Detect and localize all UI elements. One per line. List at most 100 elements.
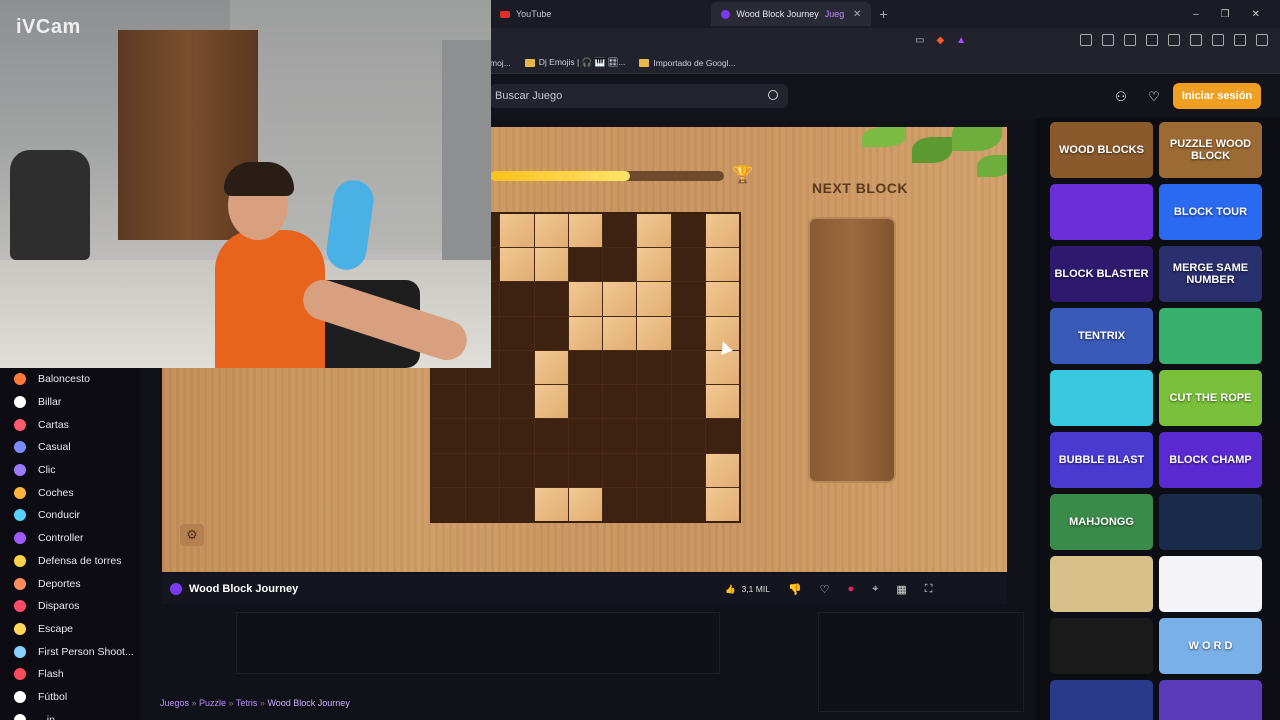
category-item[interactable]: Deportes — [0, 572, 140, 595]
brave-shield-icon[interactable]: ◆ — [936, 35, 944, 46]
category-item[interactable]: Escape — [0, 618, 140, 641]
sidebar-toggle-icon[interactable] — [1146, 34, 1158, 46]
cast-icon[interactable]: ▭ — [915, 35, 924, 46]
category-item[interactable]: ...in — [0, 708, 140, 720]
category-icon — [14, 690, 26, 703]
browser-tab-bar: YouTube Wood Block Journey Jueg ✕ + – ❐ … — [490, 0, 1280, 28]
favorite-heart-icon[interactable]: ♡ — [820, 583, 830, 596]
menu-icon[interactable] — [1256, 34, 1268, 46]
breadcrumb-link[interactable]: Tetris — [236, 698, 258, 708]
new-tab-button[interactable]: + — [879, 6, 887, 22]
game-thumbnail[interactable] — [1159, 494, 1262, 550]
category-item[interactable]: Clic — [0, 459, 140, 482]
search-input[interactable]: Buscar Juego — [490, 84, 788, 108]
game-thumbnail[interactable]: CUT THE ROPE — [1159, 370, 1262, 426]
empty-cell — [568, 248, 603, 282]
category-label: Coches — [38, 486, 74, 499]
minimize-icon[interactable]: – — [1193, 9, 1199, 20]
crosshair-icon[interactable]: ⌖ — [872, 583, 878, 596]
download-icon[interactable] — [1190, 34, 1202, 46]
breadcrumb-link[interactable]: Puzzle — [199, 698, 226, 708]
site-icon — [721, 9, 731, 19]
maximize-icon[interactable]: ❐ — [1221, 9, 1230, 20]
category-item[interactable]: Flash — [0, 663, 140, 686]
empty-cell — [637, 350, 671, 385]
game-thumbnail[interactable]: MAHJONGG — [1050, 494, 1153, 550]
category-item[interactable]: Conducir — [0, 504, 140, 527]
extension-icon[interactable] — [1080, 34, 1092, 46]
ad-placeholder — [236, 612, 720, 674]
report-icon[interactable]: ● — [848, 583, 855, 595]
category-label: Fútbol — [38, 690, 68, 703]
extension-icon[interactable] — [1102, 34, 1114, 46]
empty-cell — [671, 350, 705, 385]
webcam-watermark: iVCam — [16, 16, 81, 38]
empty-cell — [500, 419, 534, 453]
bookmark-item[interactable]: moj... — [490, 58, 511, 68]
empty-cell — [603, 350, 637, 385]
game-thumbnail[interactable]: TENTRIX — [1050, 308, 1153, 364]
breadcrumb-link[interactable]: Juegos — [160, 698, 189, 708]
empty-cell — [534, 453, 568, 487]
category-item[interactable]: Controller — [0, 527, 140, 550]
game-thumbnail[interactable]: WOOD BLOCKS — [1050, 122, 1153, 178]
grid-icon[interactable]: ▦ — [896, 583, 906, 596]
like-button[interactable]: 👍 3,1 MIL — [725, 584, 770, 595]
game-thumbnail[interactable]: PUZZLE WOOD BLOCK — [1159, 122, 1262, 178]
tab-wood-block-journey[interactable]: Wood Block Journey Jueg ✕ — [711, 2, 872, 26]
empty-cell — [500, 487, 534, 521]
category-icon — [14, 464, 26, 477]
wallet-icon[interactable] — [1168, 34, 1180, 46]
category-item[interactable]: Disparos — [0, 595, 140, 618]
category-item[interactable]: Coches — [0, 481, 140, 504]
friends-icon[interactable]: ⚇ — [1110, 86, 1132, 108]
category-icon — [14, 577, 26, 590]
settings-gear-icon[interactable]: ⚙ — [180, 524, 204, 546]
bookmark-folder[interactable]: Dj Emojis | 🎧 🎹 🎛... — [524, 57, 625, 68]
category-item[interactable]: Defensa de torres — [0, 550, 140, 573]
tab-youtube[interactable]: YouTube — [490, 2, 561, 26]
heart-icon[interactable]: ♡ — [1143, 86, 1165, 108]
category-item[interactable]: Fútbol — [0, 686, 140, 709]
game-thumbnail[interactable]: BUBBLE BLAST — [1050, 432, 1153, 488]
game-thumbnail[interactable] — [1050, 184, 1153, 240]
fullscreen-icon[interactable]: ⛶ — [925, 583, 933, 596]
game-thumbnail[interactable] — [1159, 556, 1262, 612]
category-icon — [14, 554, 26, 567]
game-thumbnail[interactable] — [1050, 370, 1153, 426]
category-item[interactable]: Billar — [0, 391, 140, 414]
bookmarks-bar: moj... Dj Emojis | 🎧 🎹 🎛... Importado de… — [490, 52, 1280, 74]
bookmark-folder[interactable]: Importado de Googl... — [639, 58, 736, 68]
close-window-icon[interactable]: ✕ — [1252, 9, 1260, 20]
game-thumbnail[interactable] — [1050, 680, 1153, 720]
leo-icon[interactable] — [1212, 34, 1224, 46]
music-icon[interactable] — [1124, 34, 1136, 46]
game-thumbnail[interactable]: BLOCK TOUR — [1159, 184, 1262, 240]
rewards-icon[interactable]: ▲ — [956, 35, 966, 46]
game-thumbnail[interactable] — [1050, 618, 1153, 674]
category-icon — [14, 509, 26, 522]
game-thumbnail[interactable] — [1159, 308, 1262, 364]
category-item[interactable]: First Person Shoot... — [0, 640, 140, 663]
category-item[interactable]: Baloncesto — [0, 368, 140, 391]
login-button[interactable]: Iniciar sesión — [1173, 83, 1261, 109]
category-item[interactable]: Cartas — [0, 413, 140, 436]
game-thumbnail[interactable]: BLOCK CHAMP — [1159, 432, 1262, 488]
vpn-icon[interactable] — [1234, 34, 1246, 46]
wood-block-cell — [500, 214, 534, 248]
game-thumbnail[interactable]: W O R D — [1159, 618, 1262, 674]
game-thumbnail[interactable]: MERGE SAME NUMBER — [1159, 246, 1262, 302]
screen: YouTube Wood Block Journey Jueg ✕ + – ❐ … — [0, 0, 1280, 720]
game-thumbnail[interactable] — [1050, 556, 1153, 612]
search-icon[interactable] — [768, 90, 778, 100]
close-tab-icon[interactable]: ✕ — [853, 9, 861, 20]
game-thumbnail[interactable]: BLOCK BLASTER — [1050, 246, 1153, 302]
dislike-button[interactable]: 👎 — [788, 583, 802, 596]
category-label: Casual — [38, 441, 71, 454]
empty-cell — [568, 453, 603, 487]
webcam-overlay: iVCam — [0, 0, 491, 368]
wood-block-cell — [568, 487, 603, 521]
game-thumbnail[interactable] — [1159, 680, 1262, 720]
wood-block-cell — [603, 316, 637, 350]
category-item[interactable]: Casual — [0, 436, 140, 459]
